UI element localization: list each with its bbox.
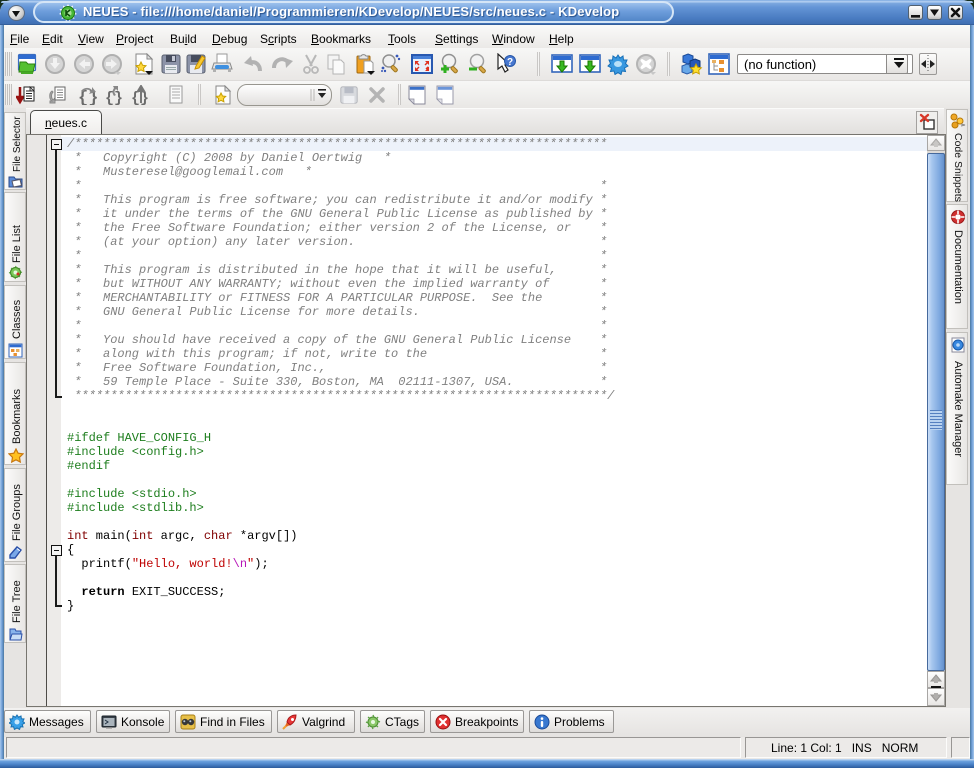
svg-text:Bookmarks: Bookmarks [11,388,23,444]
svg-text:File Tree: File Tree [11,580,23,623]
svg-text:Automake Manager: Automake Manager [952,361,964,457]
svg-text:File Groups: File Groups [11,484,23,541]
svg-text:File Selector: File Selector [12,116,23,172]
svg-text:Code Snippets: Code Snippets [952,133,964,202]
svg-text:Classes: Classes [11,299,23,339]
svg-text:File List: File List [11,225,23,263]
svg-text:Documentation: Documentation [952,230,964,304]
svg-text:?: ? [507,57,513,68]
